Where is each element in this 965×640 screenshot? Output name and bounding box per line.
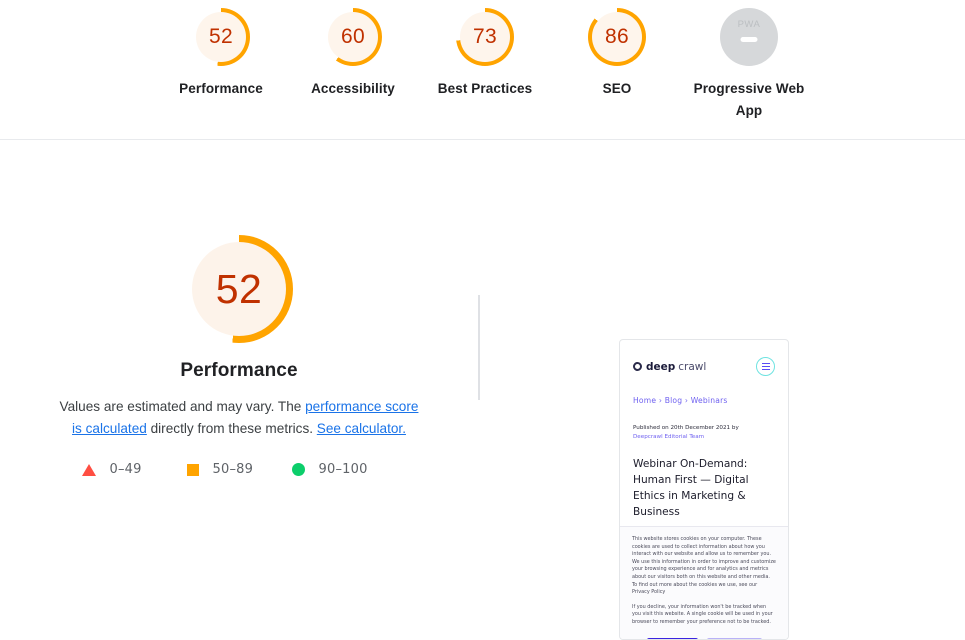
gauge-performance: 52 <box>192 8 250 66</box>
logo-text-bold: deep <box>646 360 676 373</box>
desc-text-2: directly from these metrics. <box>146 421 317 436</box>
gauge-caption: Accessibility <box>311 81 395 96</box>
gauge-caption: SEO <box>602 81 632 96</box>
cookie-paragraph-2: If you decline, your information won't b… <box>632 603 773 625</box>
square-icon <box>186 463 199 476</box>
pwa-dash-icon <box>740 37 758 42</box>
performance-detail-panel: 52 Performance Values are estimated and … <box>0 235 478 477</box>
score-item-best-practices[interactable]: 73 Best Practices <box>419 8 551 100</box>
gauge-caption: Progressive Web App <box>693 81 805 118</box>
gauge-score-value: 86 <box>605 25 629 48</box>
score-legend: 0–49 50–89 90–100 <box>81 462 397 477</box>
triangle-icon <box>81 463 96 476</box>
final-screenshot-thumbnail: deep crawl Home › Blog › Webinars Publis… <box>619 339 789 640</box>
gauge-caption: Best Practices <box>437 81 533 96</box>
gauge-score-value: 52 <box>209 25 233 48</box>
page-title: Performance <box>180 360 298 381</box>
score-item-performance[interactable]: 52 Performance <box>155 8 287 100</box>
score-gauge-row: 52 Performance 60 Accessibility 73 Best … <box>155 8 815 122</box>
gauge-performance-large: 52 <box>185 235 293 343</box>
legend-item-average: 50–89 <box>186 462 292 477</box>
gauge-score-value: 60 <box>341 25 365 48</box>
legend-range: 90–100 <box>318 462 368 477</box>
score-item-seo[interactable]: 86 SEO <box>551 8 683 100</box>
gauge-best-practices: 73 <box>456 8 514 66</box>
pwa-badge-text: PWA <box>737 19 761 30</box>
thumb-article-heading: Webinar On-Demand: Human First — Digital… <box>633 458 749 518</box>
gauge-pwa-disabled: PWA <box>720 8 778 66</box>
hamburger-icon <box>756 357 775 376</box>
publish-author: Deepcrawl Editorial Team <box>633 434 705 440</box>
breadcrumb: Home › Blog › Webinars <box>633 396 728 405</box>
gauge-seo: 86 <box>588 8 646 66</box>
performance-description: Values are estimated and may vary. The p… <box>58 396 420 440</box>
thumb-publish-meta: Published on 20th December 2021 by Deepc… <box>633 424 775 442</box>
cookie-paragraph-1: This website stores cookies on your comp… <box>632 536 776 596</box>
report-body: 52 Performance Values are estimated and … <box>0 140 965 640</box>
circle-icon <box>291 463 305 476</box>
legend-range: 0–49 <box>109 462 142 477</box>
legend-item-pass: 90–100 <box>291 462 397 477</box>
legend-item-fail: 0–49 <box>81 462 187 477</box>
deepcrawl-logo: deep crawl <box>633 361 706 373</box>
gauge-score-value: 52 <box>215 265 263 312</box>
see-calculator-link[interactable]: See calculator. <box>317 421 406 436</box>
gauge-score-value: 73 <box>473 25 497 48</box>
desc-text-1: Values are estimated and may vary. The <box>59 399 306 414</box>
logo-text-light: crawl <box>678 360 707 373</box>
score-summary-strip: 52 Performance 60 Accessibility 73 Best … <box>0 0 965 140</box>
cookie-consent-banner: This website stores cookies on your comp… <box>620 526 788 639</box>
legend-range: 50–89 <box>212 462 254 477</box>
score-item-pwa[interactable]: PWA Progressive Web App <box>683 8 815 122</box>
thumb-site-header: deep crawl <box>620 340 788 376</box>
gauge-caption: Performance <box>179 81 263 96</box>
gauge-accessibility: 60 <box>324 8 382 66</box>
panel-divider <box>478 295 480 400</box>
logo-mark-icon <box>633 362 642 371</box>
publish-date: Published on 20th December 2021 by <box>633 425 739 431</box>
score-item-accessibility[interactable]: 60 Accessibility <box>287 8 419 100</box>
